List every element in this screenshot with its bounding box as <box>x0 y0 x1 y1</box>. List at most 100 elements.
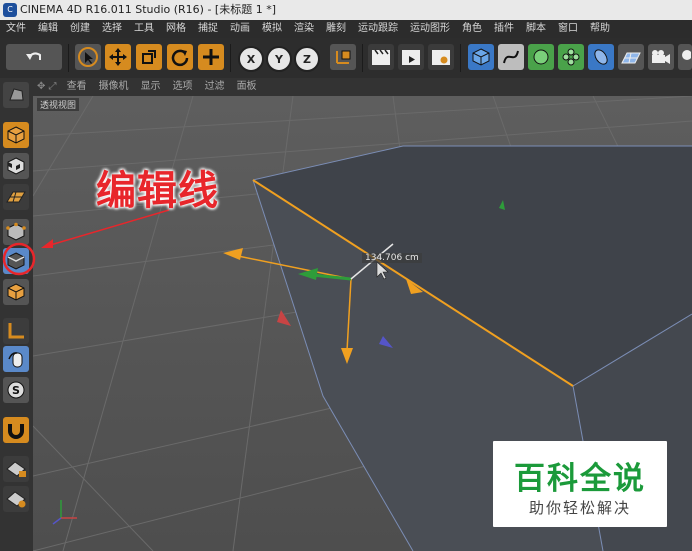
cube-icon <box>472 48 490 66</box>
texture-mode-button[interactable] <box>3 153 29 179</box>
watermark-subtitle: 助你轻松解决 <box>528 499 631 517</box>
menu-script[interactable]: 脚本 <box>520 20 552 38</box>
add-cube-button[interactable] <box>468 44 494 70</box>
main-toolbar: X Y Z <box>0 38 692 79</box>
add-spline-button[interactable] <box>498 44 524 70</box>
menu-motion-tracking[interactable]: 运动跟踪 <box>352 20 404 38</box>
viewport-menu-options[interactable]: 选项 <box>167 78 199 96</box>
spline-pen-icon <box>503 50 519 64</box>
y-axis-lock-button[interactable]: Y <box>266 46 292 72</box>
workplane-mode-button[interactable] <box>3 184 29 210</box>
add-floor-button[interactable] <box>618 44 644 70</box>
checker-cube-icon <box>7 157 25 175</box>
menu-mograph[interactable]: 运动图形 <box>404 20 456 38</box>
undo-button[interactable] <box>6 44 62 70</box>
add-deformer-button[interactable] <box>588 44 614 70</box>
undo-icon <box>26 52 41 60</box>
annotation-circle <box>2 242 36 276</box>
menu-render[interactable]: 渲染 <box>288 20 320 38</box>
x-axis-lock-button[interactable]: X <box>238 46 264 72</box>
viewport-menu-panel[interactable]: 面板 <box>231 78 263 96</box>
move-arrows-icon <box>109 48 127 66</box>
menu-edit[interactable]: 编辑 <box>32 20 64 38</box>
clapperboard-icon <box>372 49 390 65</box>
plus-cross-icon <box>203 49 219 65</box>
menu-file[interactable]: 文件 <box>0 20 32 38</box>
clapperboard-play-icon <box>402 50 420 65</box>
title-bar: C CINEMA 4D R16.011 Studio (R16) - [未标题 … <box>0 0 692 20</box>
mode-sidebar: S <box>0 78 34 551</box>
lock-workplane-button[interactable] <box>3 456 29 482</box>
render-settings-button[interactable] <box>428 44 454 70</box>
menu-select[interactable]: 选择 <box>96 20 128 38</box>
edge-length-readout: 134.706 cm <box>362 253 422 263</box>
rotate-tool-button[interactable] <box>167 44 193 70</box>
add-array-button[interactable] <box>558 44 584 70</box>
rotate-icon <box>171 49 189 67</box>
axis-mode-button[interactable] <box>3 318 29 344</box>
add-generator-button[interactable] <box>528 44 554 70</box>
menu-plugins[interactable]: 插件 <box>488 20 520 38</box>
camera-icon <box>652 50 670 64</box>
object-coordinate-icon <box>336 50 351 64</box>
points-cube-icon <box>6 222 26 241</box>
render-picture-viewer-button[interactable] <box>398 44 424 70</box>
menu-sculpt[interactable]: 雕刻 <box>320 20 352 38</box>
snap-s-icon: S <box>7 381 25 399</box>
menu-tools[interactable]: 工具 <box>128 20 160 38</box>
mouse-tweak-icon <box>8 352 23 368</box>
viewport-menu-filter[interactable]: 过滤 <box>199 78 231 96</box>
cursor-select-icon <box>78 47 98 67</box>
svg-text:S: S <box>12 384 20 397</box>
scale-tool-button[interactable] <box>136 44 162 70</box>
viewport-label: 透视视图 <box>37 98 80 111</box>
axis-l-icon <box>8 323 24 339</box>
light-bulb-icon <box>682 50 691 60</box>
bend-deformer-icon <box>594 49 608 65</box>
menu-create[interactable]: 创建 <box>64 20 96 38</box>
recent-tools-button[interactable] <box>198 44 224 70</box>
magnet-tool-button[interactable] <box>3 417 29 443</box>
add-light-button[interactable] <box>678 44 692 70</box>
menu-bar: 文件 编辑 创建 选择 工具 网格 捕捉 动画 模拟 渲染 雕刻 运动跟踪 运动… <box>0 20 692 38</box>
live-selection-button[interactable] <box>75 44 101 70</box>
model-cube-icon <box>7 126 25 144</box>
watermark-title: 百科全说 <box>514 461 646 497</box>
z-axis-lock-button[interactable]: Z <box>294 46 320 72</box>
viewport-menu-bar: ✥ ⤢ 查看 摄像机 显示 选项 过滤 面板 <box>33 78 692 96</box>
move-tool-button[interactable] <box>105 44 131 70</box>
model-mode-button[interactable] <box>3 122 29 148</box>
polygons-cube-icon <box>7 283 25 301</box>
workplane-grid-icon <box>6 191 26 203</box>
menu-snap[interactable]: 捕捉 <box>192 20 224 38</box>
viewport-menu-view[interactable]: 查看 <box>61 78 93 96</box>
viewport-menu-cameras[interactable]: 摄像机 <box>93 78 135 96</box>
magnet-icon <box>8 424 24 439</box>
scale-icon <box>142 50 156 64</box>
viewport-nav-icons[interactable]: ✥ ⤢ <box>33 78 61 96</box>
snapping-button[interactable]: S <box>3 377 29 403</box>
flower-array-icon <box>562 48 580 66</box>
add-camera-button[interactable] <box>648 44 674 70</box>
menu-character[interactable]: 角色 <box>456 20 488 38</box>
workplane-gear-icon <box>6 491 26 508</box>
make-editable-button[interactable] <box>3 82 29 108</box>
tweak-mode-button[interactable] <box>3 346 29 372</box>
c4d-logo-icon: C <box>3 3 17 17</box>
menu-animate[interactable]: 动画 <box>224 20 256 38</box>
floor-grid-icon <box>621 52 641 64</box>
coordinate-system-button[interactable] <box>330 44 356 70</box>
planar-workplane-button[interactable] <box>3 486 29 512</box>
window-title: CINEMA 4D R16.011 Studio (R16) - [未标题 1 … <box>20 3 277 16</box>
menu-help[interactable]: 帮助 <box>584 20 616 38</box>
viewport-menu-display[interactable]: 显示 <box>135 78 167 96</box>
workplane-lock-icon <box>6 461 26 477</box>
menu-mesh[interactable]: 网格 <box>160 20 192 38</box>
clapperboard-gear-icon <box>432 50 450 65</box>
polygon-mode-button[interactable] <box>3 279 29 305</box>
render-view-button[interactable] <box>368 44 394 70</box>
menu-window[interactable]: 窗口 <box>552 20 584 38</box>
subdivision-cube-icon <box>533 49 549 65</box>
menu-simulate[interactable]: 模拟 <box>256 20 288 38</box>
editable-stone-icon <box>9 88 24 101</box>
